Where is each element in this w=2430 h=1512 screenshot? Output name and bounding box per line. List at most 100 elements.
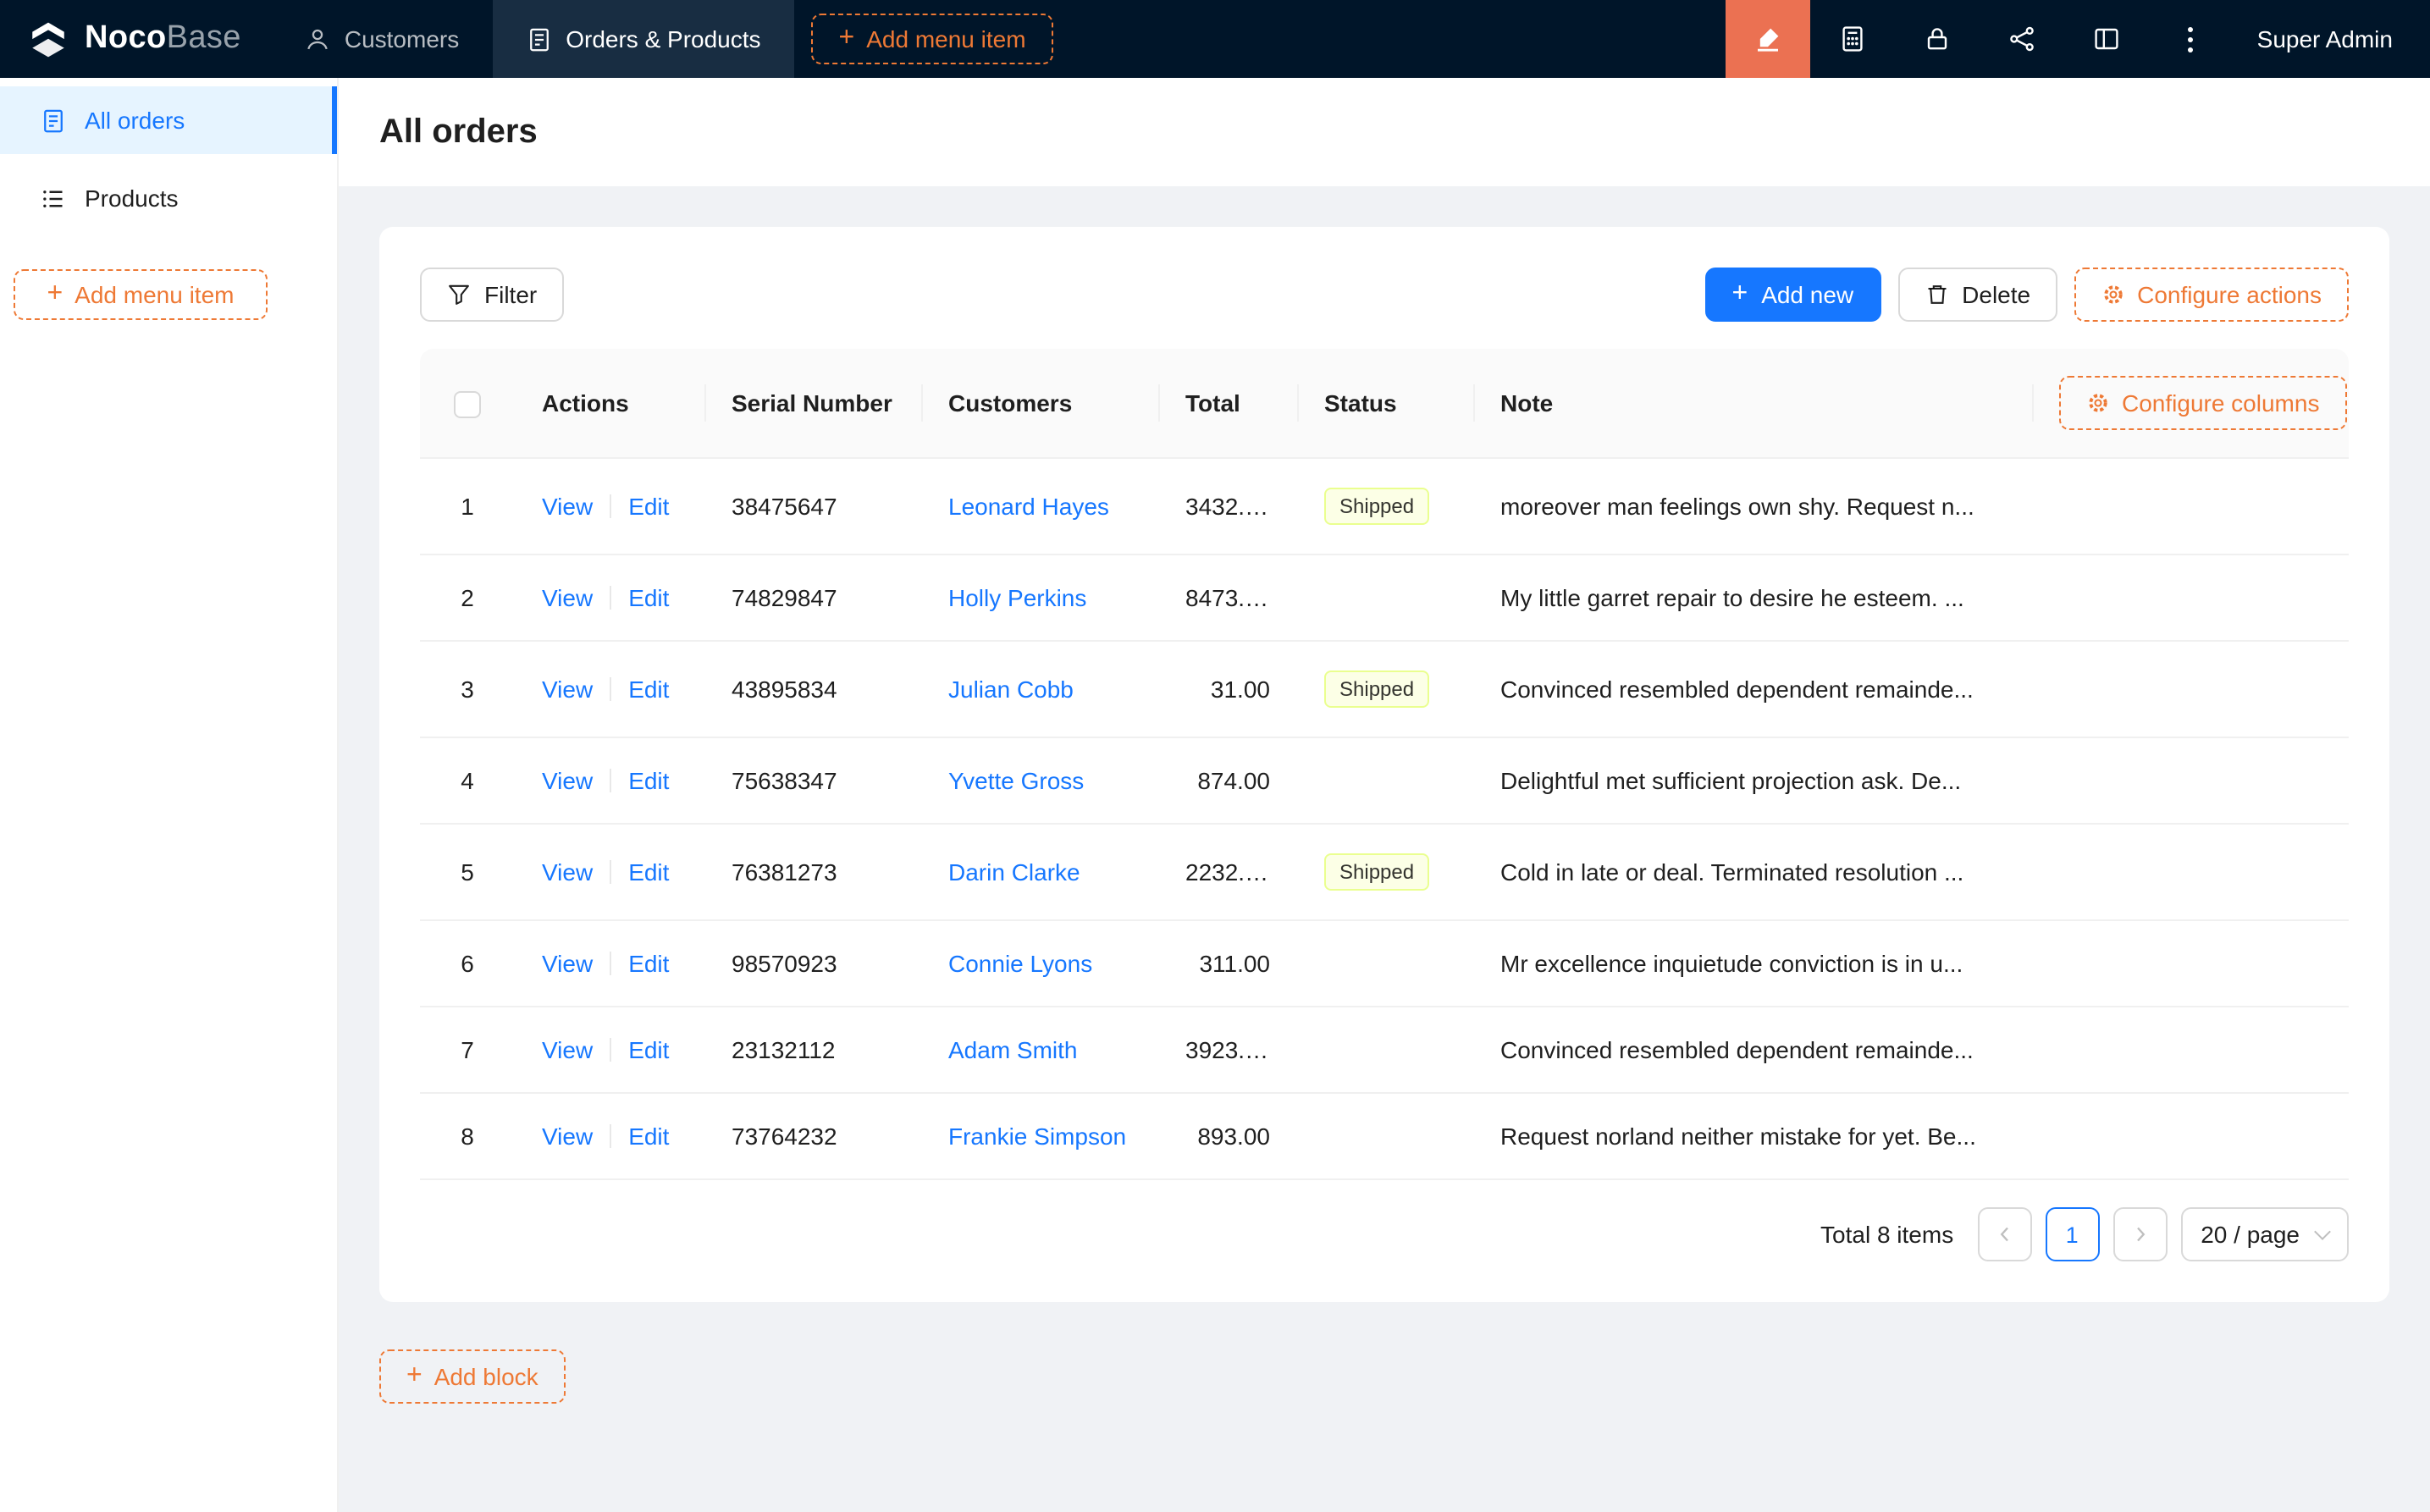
nav-tab-orders-products[interactable]: Orders & Products xyxy=(493,0,794,78)
edit-link[interactable]: Edit xyxy=(628,584,669,611)
row-index: 1 xyxy=(420,458,515,555)
edit-link[interactable]: Edit xyxy=(628,493,669,520)
view-link[interactable]: View xyxy=(542,676,593,703)
select-all-checkbox[interactable] xyxy=(454,390,481,417)
user-icon xyxy=(306,26,331,52)
configure-actions-button[interactable]: Configure actions xyxy=(2074,268,2349,322)
delete-button[interactable]: Delete xyxy=(1897,268,2057,322)
configure-columns-button[interactable]: Configure columns xyxy=(2059,376,2346,430)
edit-link[interactable]: Edit xyxy=(628,767,669,794)
lock-icon xyxy=(1924,25,1951,52)
table-toolbar: Filter + Add new xyxy=(420,268,2349,322)
edit-link[interactable]: Edit xyxy=(628,950,669,977)
sidebar-item-all-orders[interactable]: All orders xyxy=(0,86,337,154)
plus-icon: + xyxy=(47,281,63,308)
serial-cell: 76381273 xyxy=(704,824,921,920)
add-new-button[interactable]: + Add new xyxy=(1705,268,1881,322)
edit-link[interactable]: Edit xyxy=(628,858,669,886)
customer-link[interactable]: Holly Perkins xyxy=(948,584,1086,611)
table-row: 3 ViewEdit 43895834 Julian Cobb 31.00 Sh… xyxy=(420,641,2349,737)
serial-cell: 23132112 xyxy=(704,1007,921,1093)
edit-link[interactable]: Edit xyxy=(628,676,669,703)
view-link[interactable]: View xyxy=(542,584,593,611)
page-size-select[interactable]: 20 / page xyxy=(2180,1207,2349,1261)
chevron-down-icon xyxy=(2314,1222,2331,1239)
app-viewport: NocoBase Customers Orders & Products + A… xyxy=(0,0,2430,1512)
filter-button[interactable]: Filter xyxy=(420,268,564,322)
table-row: 1 ViewEdit 38475647 Leonard Hayes 3432.0… xyxy=(420,458,2349,555)
action-divider xyxy=(610,860,611,884)
main-area: All orders Filter + Add new xyxy=(339,78,2430,1512)
orders-table: Actions Serial Number Customers Total St… xyxy=(420,349,2349,1180)
list-icon xyxy=(41,185,66,211)
total-cell: 3923.00 xyxy=(1158,1007,1297,1093)
vertical-ellipsis-icon xyxy=(2189,26,2194,52)
add-menu-item-button-sidebar[interactable]: + Add menu item xyxy=(14,269,268,320)
customer-link[interactable]: Frankie Simpson xyxy=(948,1123,1126,1150)
view-link[interactable]: View xyxy=(542,493,593,520)
view-link[interactable]: View xyxy=(542,858,593,886)
calculator-icon xyxy=(1839,25,1866,52)
action-divider xyxy=(610,952,611,975)
sidebar: All orders Products + Add menu item xyxy=(0,78,339,1512)
pagination-next-button[interactable] xyxy=(2112,1207,2167,1261)
view-link[interactable]: View xyxy=(542,1123,593,1150)
customer-link[interactable]: Darin Clarke xyxy=(948,858,1080,886)
row-index: 6 xyxy=(420,920,515,1007)
calculator-button[interactable] xyxy=(1810,0,1895,78)
note-cell: Cold in late or deal. Terminated resolut… xyxy=(1473,824,2032,920)
plus-icon: + xyxy=(1732,281,1748,308)
column-header-note: Note xyxy=(1473,349,2032,458)
ui-editor-button[interactable] xyxy=(1726,0,1810,78)
note-cell: Convinced resembled dependent remainde..… xyxy=(1473,641,2032,737)
edit-link[interactable]: Edit xyxy=(628,1123,669,1150)
table-row: 5 View Edit 76381273 Darin Clarke 2232.00… xyxy=(420,824,2349,920)
total-cell: 31.00 xyxy=(1158,641,1297,737)
total-cell: 893.00 xyxy=(1158,1093,1297,1179)
customer-link[interactable]: Leonard Hayes xyxy=(948,493,1109,520)
row-index: 5 xyxy=(420,824,515,920)
nav-tab-customers[interactable]: Customers xyxy=(272,0,493,78)
table-row: 8 ViewEdit 73764232 Frankie Simpson 893.… xyxy=(420,1093,2349,1179)
total-cell: 2232.00 xyxy=(1158,824,1297,920)
form-icon xyxy=(41,108,66,133)
serial-cell: 98570923 xyxy=(704,920,921,1007)
customer-link[interactable]: Yvette Gross xyxy=(948,767,1084,794)
logo[interactable]: NocoBase xyxy=(0,0,272,78)
page-content: Filter + Add new xyxy=(339,186,2430,1444)
layout-button[interactable] xyxy=(2064,0,2149,78)
nocobase-logo-icon xyxy=(27,18,69,60)
pagination-prev-button[interactable] xyxy=(1977,1207,2031,1261)
page-title: All orders xyxy=(379,113,538,152)
customer-link[interactable]: Julian Cobb xyxy=(948,676,1074,703)
customer-link[interactable]: Connie Lyons xyxy=(948,950,1092,977)
gear-icon xyxy=(2101,283,2125,306)
serial-cell: 38475647 xyxy=(704,458,921,555)
sidebar-item-label: All orders xyxy=(85,107,185,134)
highlighter-icon xyxy=(1754,25,1781,52)
lock-button[interactable] xyxy=(1895,0,1980,78)
edit-link[interactable]: Edit xyxy=(628,1036,669,1063)
view-link[interactable]: View xyxy=(542,950,593,977)
note-cell: Request norland neither mistake for yet.… xyxy=(1473,1093,2032,1179)
sidebar-item-products[interactable]: Products xyxy=(0,164,337,232)
toolbar-right-actions: + Add new Delete xyxy=(1705,268,2350,322)
api-button[interactable] xyxy=(1980,0,2064,78)
serial-cell: 43895834 xyxy=(704,641,921,737)
add-block-button[interactable]: + Add block xyxy=(379,1349,566,1404)
file-icon xyxy=(527,26,552,52)
funnel-icon xyxy=(447,283,471,306)
row-index: 2 xyxy=(420,555,515,641)
add-menu-item-button-top[interactable]: + Add menu item xyxy=(812,14,1053,64)
pagination-page-1[interactable]: 1 xyxy=(2045,1207,2099,1261)
customer-link[interactable]: Adam Smith xyxy=(948,1036,1078,1063)
view-link[interactable]: View xyxy=(542,767,593,794)
user-menu[interactable]: Super Admin xyxy=(2234,0,2430,78)
row-index: 3 xyxy=(420,641,515,737)
top-navbar: NocoBase Customers Orders & Products + A… xyxy=(0,0,2430,78)
action-divider xyxy=(610,494,611,518)
view-link[interactable]: View xyxy=(542,1036,593,1063)
row-index: 4 xyxy=(420,737,515,824)
table-row: 7 ViewEdit 23132112 Adam Smith 3923.00 C… xyxy=(420,1007,2349,1093)
more-options-button[interactable] xyxy=(2149,0,2234,78)
